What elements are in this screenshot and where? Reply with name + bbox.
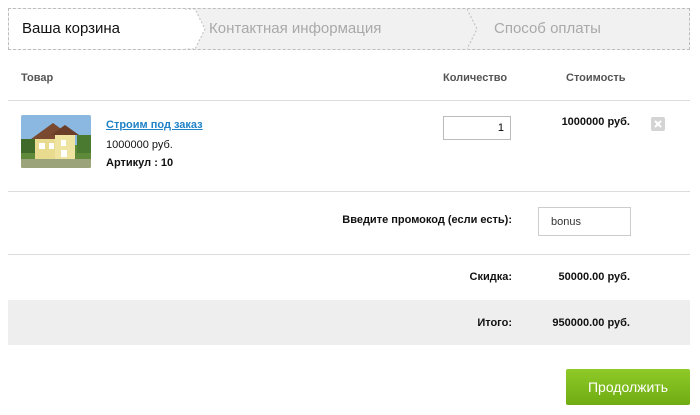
step-contact-info[interactable]: Контактная информация <box>209 9 381 49</box>
total-value: 950000.00 руб. <box>552 317 630 329</box>
step-separator <box>185 9 206 49</box>
total-label: Итого: <box>477 317 512 329</box>
step-payment-method[interactable]: Способ оплаты <box>494 9 601 49</box>
remove-item-button[interactable] <box>651 117 665 131</box>
quantity-input[interactable] <box>443 116 511 140</box>
product-name-link[interactable]: Строим под заказ <box>106 119 203 131</box>
divider <box>8 254 690 255</box>
product-image[interactable] <box>21 115 91 168</box>
close-icon <box>654 120 662 128</box>
item-cost: 1000000 руб. <box>561 116 630 128</box>
divider <box>8 100 690 101</box>
header-product: Товар <box>21 72 54 84</box>
step-cart[interactable]: Ваша корзина <box>9 9 185 49</box>
product-sku: Артикул : 10 <box>106 157 173 169</box>
header-cost: Стоимость <box>566 72 626 84</box>
sku-value: 10 <box>160 157 174 169</box>
discount-value: 50000.00 руб. <box>558 271 630 283</box>
promo-label: Введите промокод (если есть): <box>342 214 512 226</box>
continue-button[interactable]: Продолжить <box>566 369 690 405</box>
discount-label: Скидка: <box>469 271 512 283</box>
header-quantity: Количество <box>443 72 508 84</box>
product-price: 1000000 руб. <box>106 139 173 151</box>
step-separator <box>467 9 478 49</box>
promo-code-input[interactable] <box>538 207 631 236</box>
divider <box>8 191 690 192</box>
checkout-steps: Ваша корзина Контактная информация Спосо… <box>8 8 690 50</box>
sku-label: Артикул : <box>106 157 161 169</box>
